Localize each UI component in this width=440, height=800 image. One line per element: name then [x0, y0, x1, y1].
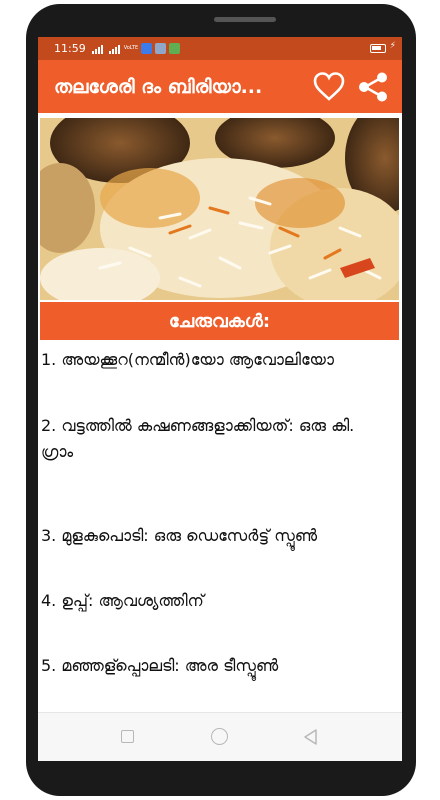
list-item: 4. ഉപ്പ്: ആവശ്യത്തിന്	[41, 591, 204, 610]
signal-icon-2	[108, 44, 120, 54]
volte-label: VoLTE	[123, 45, 139, 51]
favorite-button[interactable]	[312, 70, 346, 104]
charging-icon: ⚡	[389, 41, 396, 51]
circle-icon[interactable]	[211, 728, 228, 745]
status-bar: 11:59 VoLTE ⚡	[38, 37, 402, 60]
app-bar: തലശേരി ദം ബിരിയാ...	[38, 60, 402, 113]
phone-speaker	[214, 17, 276, 22]
page-title: തലശേരി ദം ബിരിയാ...	[54, 75, 263, 98]
battery-icon	[370, 44, 386, 53]
dish-image	[40, 118, 399, 300]
share-icon	[359, 72, 387, 102]
notification-drive-icon	[155, 43, 167, 54]
biryani-photo	[40, 118, 399, 300]
triangle-back-icon[interactable]	[302, 728, 318, 746]
recipe-content[interactable]: ചേരുവകൾ: 1. അയക്കൂറ(നന്മീൻ)യോ ആവോലിയോ 2.…	[38, 113, 402, 712]
list-item: 1. അയക്കൂറ(നന്മീൻ)യോ ആവോലിയോ	[41, 350, 335, 369]
screen: 11:59 VoLTE ⚡ തലശേരി ദം ബിരിയാ... ചേരുവക…	[38, 37, 402, 761]
share-button[interactable]	[356, 70, 390, 104]
list-item: 5. മഞ്ഞള്പ്പൊലടി: അര ടീസ്പൂൺ	[41, 656, 279, 675]
navigation-bar	[38, 712, 402, 761]
notification-chat-icon	[169, 43, 181, 54]
ingredients-header: ചേരുവകൾ:	[40, 302, 399, 340]
status-time: 11:59	[54, 42, 86, 55]
signal-icon	[91, 44, 103, 54]
square-icon[interactable]	[121, 730, 134, 743]
heart-outline-icon	[313, 72, 345, 101]
list-item: 2. വട്ടത്തിൽ കഷണങ്ങളാക്കിയത്: ഒരു കി. ഗ്…	[41, 416, 355, 461]
notification-app-icon	[141, 43, 153, 54]
list-item: 3. മുളകുപൊടി: ഒരു ഡെസേർട്ട് സ്പൂൺ	[41, 526, 318, 545]
